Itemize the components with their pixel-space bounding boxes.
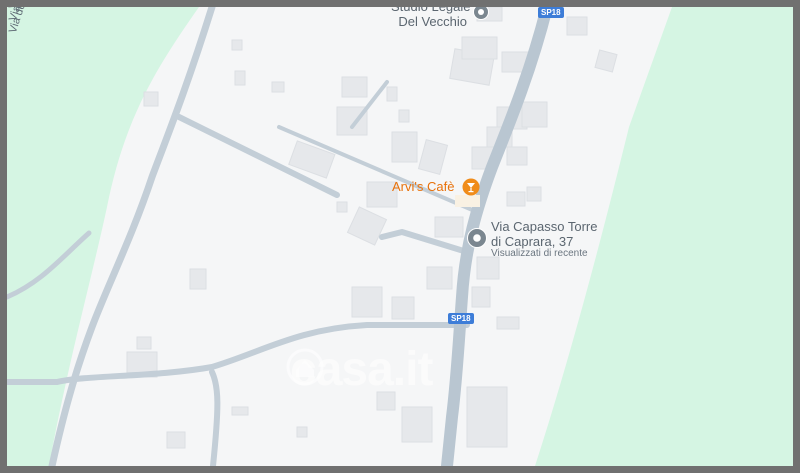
road-shield-sp18-bottom: SP18 bbox=[448, 313, 474, 324]
map-base bbox=[7, 7, 793, 466]
map-pin-icon[interactable] bbox=[467, 228, 487, 248]
poi-address-line1[interactable]: Via Capasso Torre bbox=[491, 219, 597, 234]
poi-address-subtitle: Visualizzati di recente bbox=[491, 248, 588, 259]
poi-arvis-cafe-name[interactable]: Arvi's Cafè bbox=[392, 179, 454, 194]
cocktail-bar-icon[interactable] bbox=[462, 178, 480, 196]
map-canvas[interactable]: casa.it Via dei Giardini Via dei Giardin… bbox=[7, 7, 793, 466]
poi-studio-legale-name[interactable]: Studio Legale bbox=[391, 7, 471, 14]
poi-address-line2[interactable]: di Caprara, 37 bbox=[491, 234, 573, 249]
map-frame: casa.it Via dei Giardini Via dei Giardin… bbox=[0, 0, 800, 473]
map-pin-icon[interactable] bbox=[473, 4, 489, 20]
poi-studio-legale-name-line2[interactable]: Del Vecchio bbox=[391, 14, 467, 29]
cafe-footprint bbox=[455, 195, 480, 207]
road-shield-sp18-top: SP18 bbox=[538, 7, 564, 18]
watermark-house-icon bbox=[286, 348, 324, 386]
